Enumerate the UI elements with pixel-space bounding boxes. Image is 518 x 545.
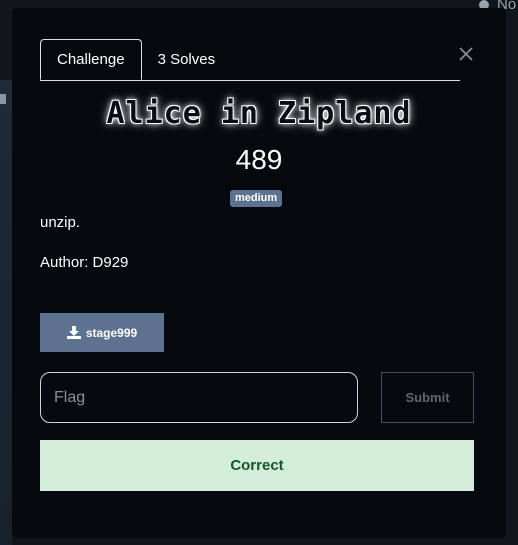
challenge-title: Alice in Zipland xyxy=(106,96,412,131)
challenge-description: unzip. xyxy=(40,214,81,231)
challenge-modal: Challenge 3 Solves Alice in Zipland 489 … xyxy=(12,8,506,538)
challenge-author: Author: D929 xyxy=(40,254,129,271)
difficulty-badge: medium xyxy=(230,190,283,207)
file-name: stage999 xyxy=(85,325,138,340)
background-panel xyxy=(0,80,12,545)
submit-button[interactable]: Submit xyxy=(381,372,474,423)
challenge-tabs: Challenge 3 Solves xyxy=(40,39,460,81)
flag-input[interactable] xyxy=(40,372,358,423)
download-file-button[interactable]: stage999 xyxy=(40,313,164,352)
close-icon xyxy=(459,47,473,61)
result-message: Correct xyxy=(40,440,474,491)
close-button[interactable] xyxy=(456,44,476,64)
background-icon xyxy=(0,94,6,104)
challenge-points: 489 xyxy=(235,144,283,175)
tab-solves[interactable]: 3 Solves xyxy=(142,39,232,79)
tab-challenge[interactable]: Challenge xyxy=(40,39,142,80)
download-icon xyxy=(66,326,81,339)
